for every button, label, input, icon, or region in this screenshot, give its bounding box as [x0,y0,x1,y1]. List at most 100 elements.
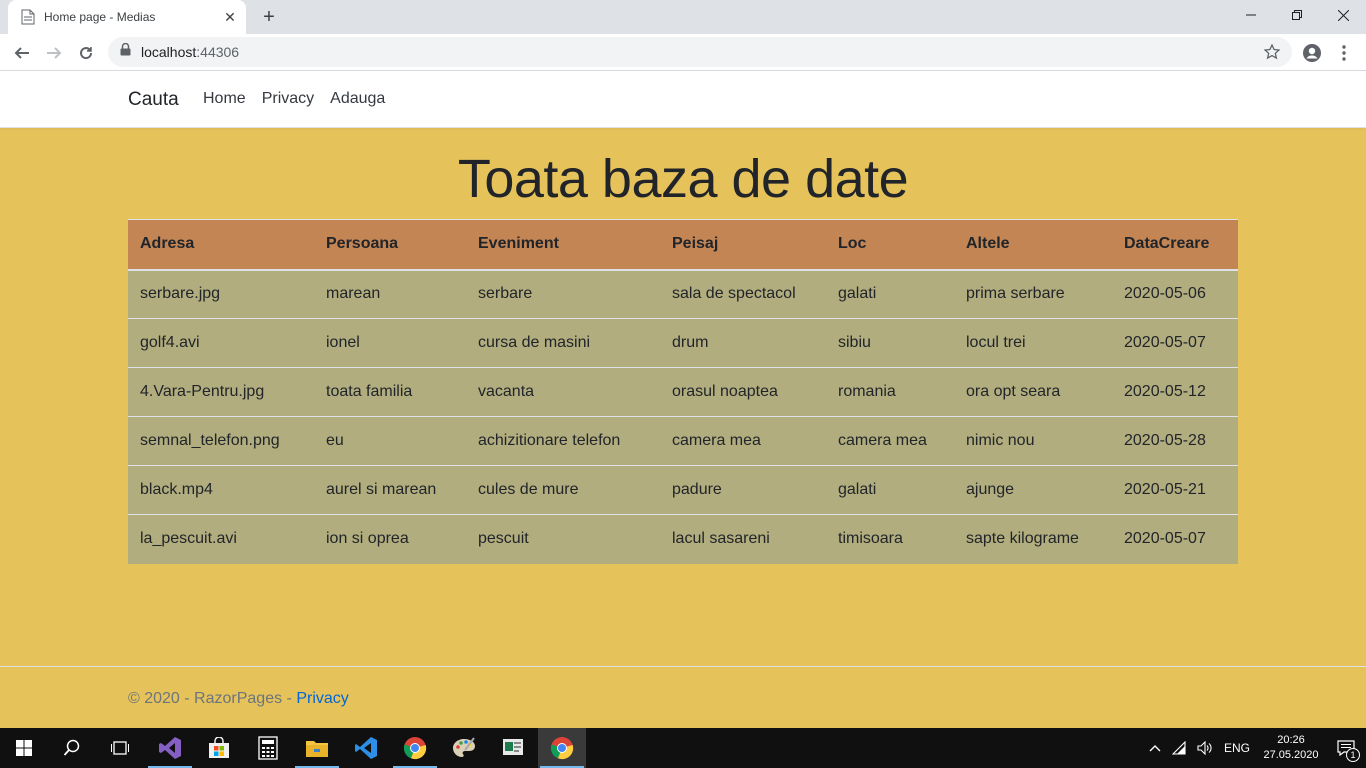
table-row: la_pescuit.avi ion si oprea pescuit lacu… [128,514,1238,564]
table-cell: ionel [314,318,466,368]
table-cell: prima serbare [954,269,1112,319]
table-cell: achizitionare telefon [466,416,660,466]
table-cell: galati [826,269,954,319]
table-cell: eu [314,416,466,466]
network-icon[interactable] [1168,728,1192,768]
table-cell: lacul sasareni [660,514,826,564]
table-cell: orasul noaptea [660,367,826,417]
nav-link-privacy[interactable]: Privacy [254,90,322,108]
table-cell: 2020-05-28 [1112,416,1238,466]
column-header: Peisaj [660,219,826,271]
window-controls [1228,0,1366,30]
table-cell: drum [660,318,826,368]
table-cell: locul trei [954,318,1112,368]
browser-toolbar: localhost:44306 [0,34,1366,71]
table-cell: romania [826,367,954,417]
column-header: Eveniment [466,219,660,271]
chrome-icon[interactable] [391,728,439,768]
clock-time: 20:26 [1277,734,1305,746]
restore-button[interactable] [1274,0,1320,30]
volume-icon[interactable] [1192,728,1218,768]
search-icon[interactable] [48,728,96,768]
navbar-brand[interactable]: Cauta [128,89,179,111]
table-row: black.mp4 aurel si marean cules de mure … [128,465,1238,515]
table-cell: cursa de masini [466,318,660,368]
table-cell: black.mp4 [128,465,314,515]
column-header: Adresa [128,219,314,271]
close-tab-icon[interactable]: ✕ [220,7,240,27]
nav-link-adauga[interactable]: Adauga [322,90,393,108]
footer-copyright: © 2020 - RazorPages - [128,690,297,707]
minimize-button[interactable] [1228,0,1274,30]
notification-badge: 1 [1346,748,1360,762]
site-navbar: Cauta Home Privacy Adauga [0,71,1366,128]
file-explorer-icon[interactable] [293,728,341,768]
bookmark-star-icon[interactable] [1262,42,1282,62]
table-cell: 2020-05-07 [1112,318,1238,368]
new-tab-button[interactable]: + [256,5,282,29]
chevron-up-icon[interactable] [1142,728,1168,768]
table-cell: padure [660,465,826,515]
table-cell: vacanta [466,367,660,417]
table-cell: pescuit [466,514,660,564]
nav-link-home[interactable]: Home [195,90,254,108]
table-cell: 2020-05-06 [1112,269,1238,319]
table-row: semnal_telefon.png eu achizitionare tele… [128,416,1238,466]
table-cell: nimic nou [954,416,1112,466]
start-windows-icon[interactable] [0,728,48,768]
paint-palette-icon[interactable] [440,728,488,768]
windows-taskbar: ENG 20:26 27.05.2020 1 [0,728,1366,768]
column-header: DataCreare [1112,219,1238,271]
table-cell: sibiu [826,318,954,368]
page-title: Toata baza de date [457,149,909,209]
table-cell: 4.Vara-Pentru.jpg [128,367,314,417]
table-cell: 2020-05-07 [1112,514,1238,564]
language-indicator[interactable]: ENG [1218,728,1256,768]
url-text: localhost:44306 [141,44,240,60]
store-icon[interactable] [195,728,243,768]
system-tray: ENG 20:26 27.05.2020 1 [1142,728,1366,768]
table-cell: marean [314,269,466,319]
column-header: Loc [826,219,954,271]
notification-center-icon[interactable]: 1 [1326,728,1366,768]
table-cell: aurel si marean [314,465,466,515]
table-cell: 2020-05-21 [1112,465,1238,515]
table-cell: galati [826,465,954,515]
table-cell: sapte kilograme [954,514,1112,564]
table-cell: ion si oprea [314,514,466,564]
page-icon [20,9,36,25]
table-cell: la_pescuit.avi [128,514,314,564]
table-cell: serbare [466,269,660,319]
profile-avatar-icon[interactable] [1298,39,1326,67]
table-cell: ora opt seara [954,367,1112,417]
footer-privacy-link[interactable]: Privacy [296,690,348,707]
lock-icon [120,42,131,61]
table-row: 4.Vara-Pentru.jpg toata familia vacanta … [128,367,1238,417]
browser-tabstrip: Home page - Medias ✕ + [0,0,1366,34]
chrome-active-icon[interactable] [538,728,586,768]
address-bar[interactable]: localhost:44306 [108,37,1292,67]
browser-tab[interactable]: Home page - Medias ✕ [8,0,246,34]
table-cell: timisoara [826,514,954,564]
visual-studio-icon[interactable] [146,728,194,768]
table-cell: camera mea [826,416,954,466]
calculator-icon[interactable] [244,728,292,768]
presentation-app-icon[interactable] [489,728,537,768]
clock[interactable]: 20:26 27.05.2020 [1256,728,1326,768]
forward-arrow-icon[interactable] [40,39,68,67]
menu-kebab-icon[interactable] [1330,39,1358,67]
table-header-row: Adresa Persoana Eveniment Peisaj Loc Alt… [128,219,1238,271]
column-header: Persoana [314,219,466,271]
task-view-icon[interactable] [96,728,144,768]
table-cell: cules de mure [466,465,660,515]
table-row: golf4.avi ionel cursa de masini drum sib… [128,318,1238,368]
column-header: Altele [954,219,1112,271]
tab-title: Home page - Medias [44,10,156,24]
clock-date: 27.05.2020 [1263,749,1319,761]
reload-icon[interactable] [72,39,100,67]
back-arrow-icon[interactable] [8,39,36,67]
table-cell: camera mea [660,416,826,466]
close-window-button[interactable] [1320,0,1366,30]
vscode-icon[interactable] [342,728,390,768]
table-cell: 2020-05-12 [1112,367,1238,417]
